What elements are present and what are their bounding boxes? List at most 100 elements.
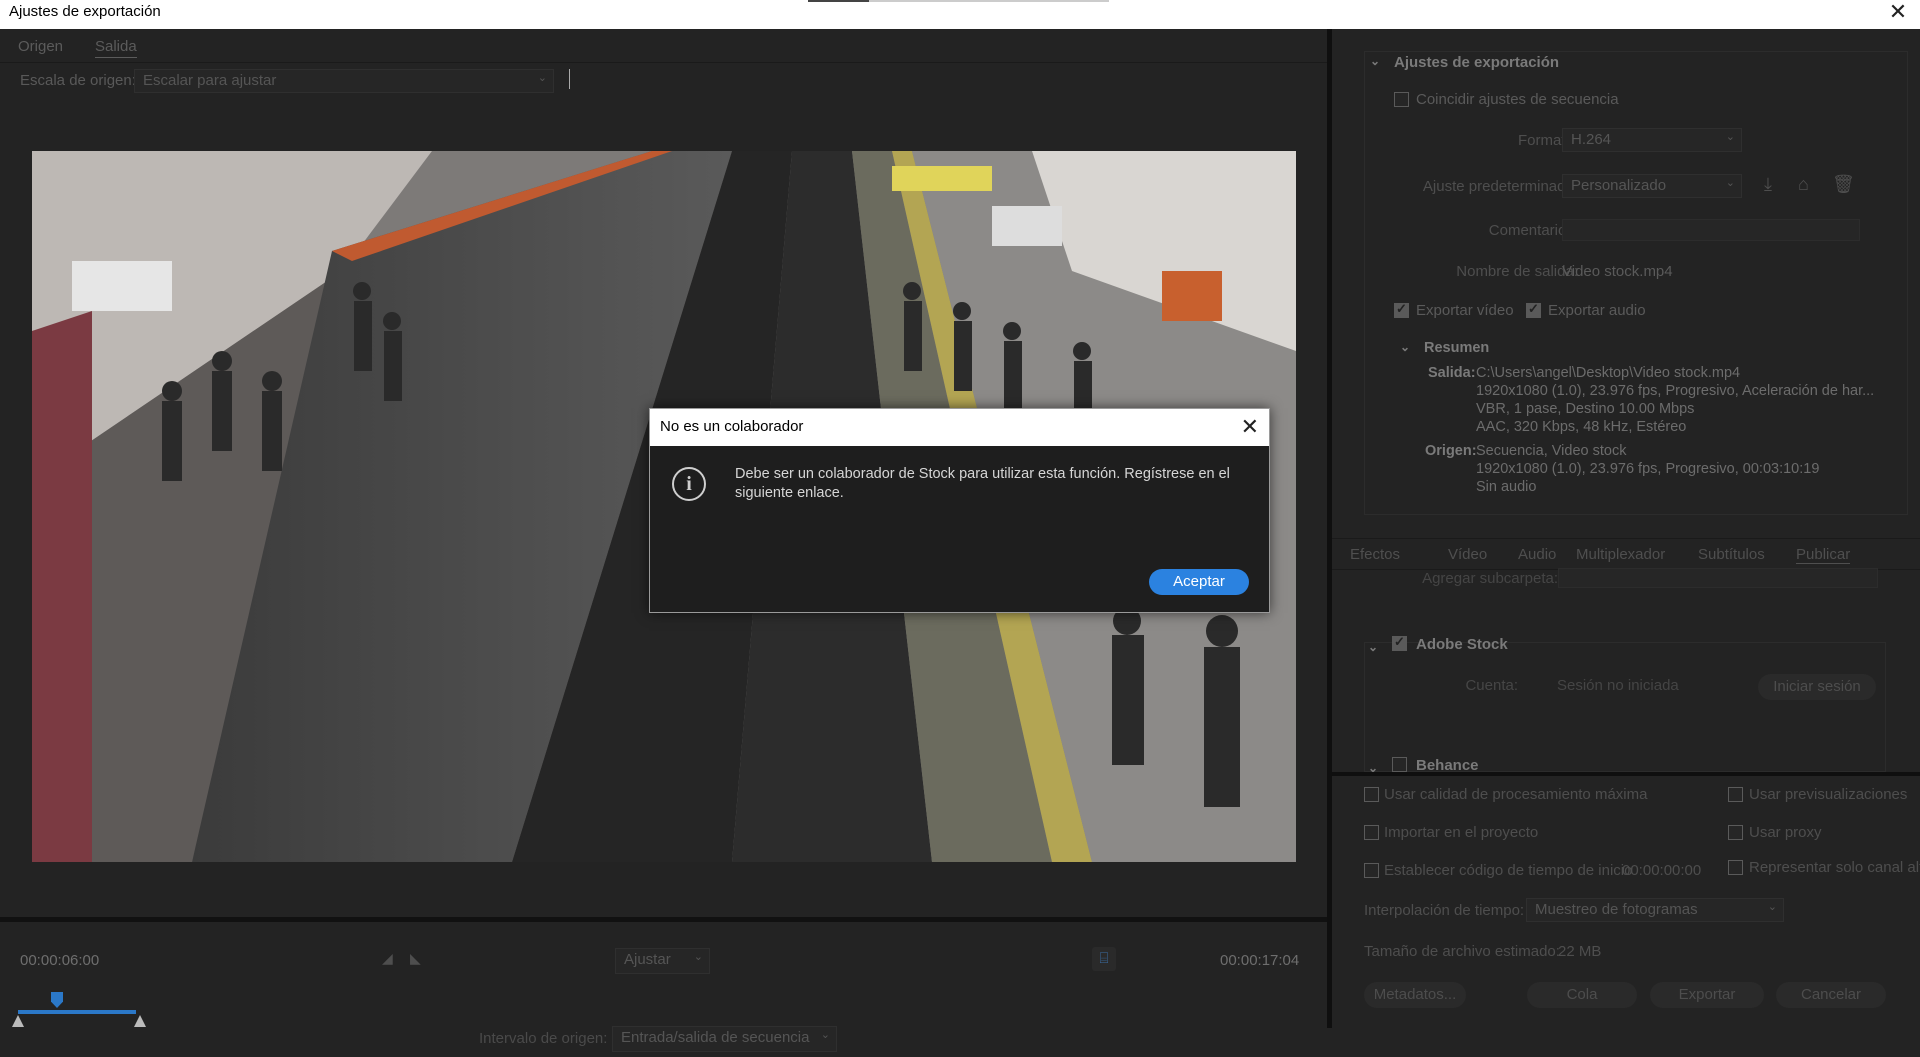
summary-title: Resumen <box>1424 340 1490 356</box>
alpha-only-label: Representar solo canal alfa <box>1749 859 1920 876</box>
fit-select-value: Ajustar <box>624 951 671 968</box>
metadata-button[interactable]: Metadatos... <box>1364 982 1466 1008</box>
set-timecode-checkbox[interactable] <box>1364 863 1379 878</box>
timecode-in: 00:00:06:00 <box>20 952 100 969</box>
use-proxy-label: Usar proxy <box>1749 824 1822 841</box>
ok-button[interactable]: Aceptar <box>1149 569 1249 595</box>
scale-row: Escala de origen: Escalar para ajustar ⌄ <box>20 69 560 93</box>
tab-efectos[interactable]: Efectos <box>1350 546 1400 563</box>
format-select[interactable]: H.264 ⌄ <box>1562 128 1742 152</box>
use-proxy-checkbox[interactable] <box>1728 825 1743 840</box>
tab-multiplexador[interactable]: Multiplexador <box>1576 546 1665 563</box>
output-line: VBR, 1 pase, Destino 10.00 Mbps <box>1476 401 1695 417</box>
interp-select-value: Muestreo de fotogramas <box>1535 901 1698 918</box>
tab-subtitulos[interactable]: Subtítulos <box>1698 546 1765 563</box>
source-label: Origen: <box>1425 443 1477 459</box>
settings-subtabs: Efectos Vídeo Audio Multiplexador Subtít… <box>1332 538 1920 570</box>
import-preset-icon[interactable]: ⌂ <box>1798 174 1809 195</box>
preview-tabs: Origen Salida <box>0 29 1327 63</box>
fit-select[interactable]: Ajustar ⌄ <box>615 948 710 974</box>
preset-select-value: Personalizado <box>1571 177 1667 194</box>
interp-select[interactable]: Muestreo de fotogramas ⌄ <box>1526 898 1784 922</box>
signin-button[interactable]: Iniciar sesión <box>1758 674 1876 700</box>
title-bar: Ajustes de exportación ✕ <box>0 0 1920 29</box>
interp-label: Interpolación de tiempo: <box>1364 902 1525 919</box>
set-timecode-label: Establecer código de tiempo de inicio <box>1384 862 1633 879</box>
subfolder-input[interactable] <box>1558 568 1878 588</box>
tab-salida[interactable]: Salida <box>95 38 137 58</box>
range-select-value: Entrada/salida de secuencia <box>621 1029 810 1046</box>
timeline-range-bar[interactable] <box>18 1010 136 1014</box>
collapse-chevron-icon[interactable]: ⌄ <box>1370 54 1380 68</box>
aspect-toggle-icon[interactable]: ⌸ <box>1092 947 1116 971</box>
dialog-title-bar: No es un colaborador ✕ <box>650 409 1269 446</box>
use-previews-checkbox[interactable] <box>1728 787 1743 802</box>
in-point-handle[interactable] <box>12 1015 24 1027</box>
export-audio-label: Exportar audio <box>1548 302 1646 319</box>
output-name-value[interactable]: Video stock.mp4 <box>1562 263 1673 280</box>
taskbar-indicator-track <box>869 0 1109 2</box>
export-settings-title: Ajustes de exportación <box>1394 54 1560 71</box>
playhead-icon[interactable] <box>51 992 63 1008</box>
max-quality-checkbox[interactable] <box>1364 787 1379 802</box>
filesize-label: Tamaño de archivo estimado: <box>1364 943 1560 960</box>
summary-chevron-icon[interactable]: ⌄ <box>1400 340 1410 354</box>
chevron-down-icon: ⌄ <box>1725 131 1735 143</box>
scale-label: Escala de origen: <box>20 72 136 89</box>
account-label: Cuenta: <box>1465 677 1518 694</box>
window-close-icon[interactable]: ✕ <box>1888 0 1908 24</box>
settings-divider <box>1332 772 1920 776</box>
tab-audio[interactable]: Audio <box>1518 546 1556 563</box>
tab-publicar[interactable]: Publicar <box>1796 546 1851 564</box>
filesize-value: 22 MB <box>1558 943 1602 960</box>
chevron-down-icon: ⌄ <box>1767 901 1777 913</box>
scale-select-value: Escalar para ajustar <box>143 72 277 89</box>
account-value: Sesión no iniciada <box>1557 677 1679 694</box>
export-audio-checkbox[interactable] <box>1526 301 1541 318</box>
dialog-close-icon[interactable]: ✕ <box>1241 414 1259 440</box>
format-select-value: H.264 <box>1571 131 1612 148</box>
subfolder-label: Agregar subcarpeta: <box>1422 570 1558 587</box>
taskbar-indicator <box>808 0 869 2</box>
out-point-handle[interactable] <box>134 1015 146 1027</box>
delete-preset-icon[interactable]: 🗑 <box>1832 174 1855 195</box>
alpha-only-checkbox[interactable] <box>1728 860 1743 875</box>
tab-origen[interactable]: Origen <box>18 38 63 55</box>
adobe-stock-label: Adobe Stock <box>1416 636 1508 653</box>
scale-select[interactable]: Escalar para ajustar ⌄ <box>134 69 554 93</box>
mark-out-icon[interactable]: ◣ <box>410 950 421 967</box>
settings-pane: ⌄ Ajustes de exportación Coincidir ajust… <box>1332 29 1920 1028</box>
match-sequence-label: Coincidir ajustes de secuencia <box>1416 91 1619 108</box>
output-line: AAC, 320 Kbps, 48 kHz, Estéreo <box>1476 419 1687 435</box>
tab-video[interactable]: Vídeo <box>1448 546 1487 563</box>
output-label: Salida: <box>1428 365 1476 381</box>
use-previews-label: Usar previsualizaciones <box>1749 786 1908 803</box>
export-video-label: Exportar vídeo <box>1416 302 1514 319</box>
export-video-checkbox[interactable] <box>1394 301 1409 318</box>
match-sequence-checkbox[interactable] <box>1394 92 1409 107</box>
queue-button[interactable]: Cola <box>1527 982 1637 1008</box>
chevron-down-icon: ⌄ <box>820 1029 830 1041</box>
chevron-down-icon: ⌄ <box>537 72 547 84</box>
timecode-out: 00:00:17:04 <box>1220 952 1300 969</box>
comments-input[interactable] <box>1562 219 1860 241</box>
mark-in-icon[interactable]: ◢ <box>382 950 393 967</box>
output-line: 1920x1080 (1.0), 23.976 fps, Progresivo,… <box>1476 383 1875 399</box>
adobe-stock-checkbox[interactable] <box>1392 634 1407 651</box>
cancel-button[interactable]: Cancelar <box>1776 982 1886 1008</box>
adobe-stock-chevron-icon[interactable]: ⌄ <box>1368 640 1378 654</box>
timecode-value[interactable]: 00:00:00:00 <box>1622 862 1701 879</box>
export-button[interactable]: Exportar <box>1650 982 1764 1008</box>
format-label: Formato: <box>1517 132 1578 149</box>
import-project-label: Importar en el proyecto <box>1384 824 1539 841</box>
behance-checkbox[interactable] <box>1392 757 1407 772</box>
import-project-checkbox[interactable] <box>1364 825 1379 840</box>
dialog-message: Debe ser un colaborador de Stock para ut… <box>735 466 1230 501</box>
preset-select[interactable]: Personalizado ⌄ <box>1562 174 1742 198</box>
save-preset-icon[interactable]: ⤓ <box>1764 174 1772 195</box>
info-icon: i <box>672 467 706 501</box>
source-line: Sin audio <box>1476 479 1537 495</box>
range-select[interactable]: Entrada/salida de secuencia ⌄ <box>612 1026 837 1052</box>
dialog-title: No es un colaborador <box>660 418 804 435</box>
window-title: Ajustes de exportación <box>9 3 161 20</box>
